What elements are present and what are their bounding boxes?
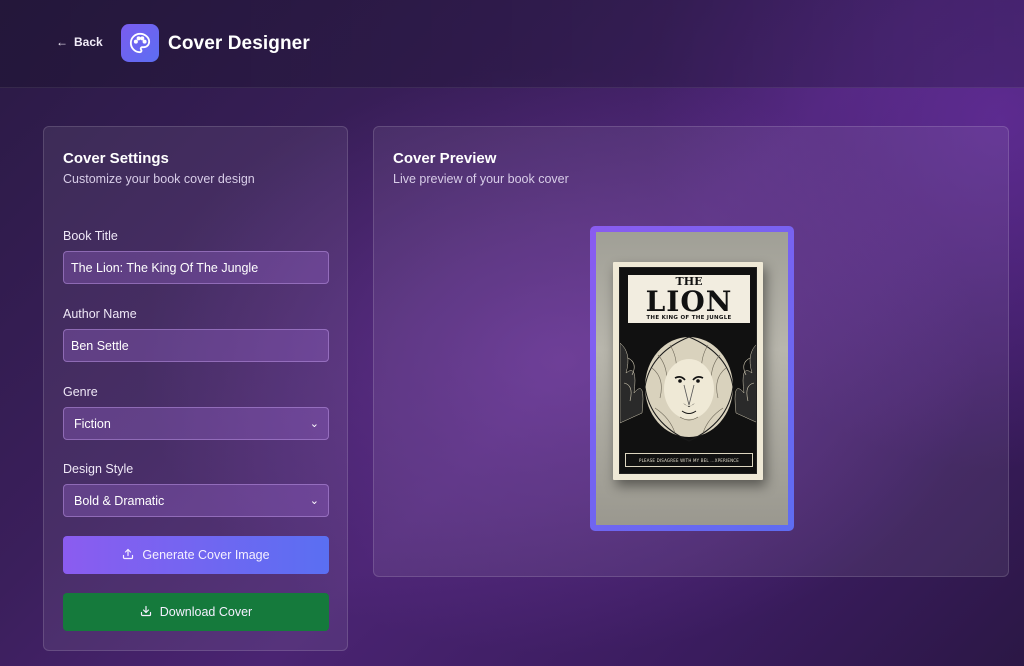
cover-settings-panel: Cover Settings Customize your book cover…	[43, 126, 348, 651]
genre-label: Genre	[63, 385, 98, 399]
back-label: Back	[74, 35, 103, 49]
genre-value: Fiction	[74, 416, 111, 431]
author-name-value: Ben Settle	[71, 338, 129, 353]
palette-icon	[121, 24, 159, 62]
genre-select[interactable]: Fiction ⌄	[63, 407, 329, 440]
settings-title: Cover Settings	[63, 150, 169, 167]
book-title-input[interactable]: The Lion: The King Of The Jungle	[63, 251, 329, 284]
author-name-input[interactable]: Ben Settle	[63, 329, 329, 362]
chevron-down-icon: ⌄	[309, 495, 319, 507]
download-cover-label: Download Cover	[159, 605, 253, 619]
lion-illustration	[620, 336, 756, 442]
book-footer: PLEASE DISAGREE WITH MY BEL ...XPERIENCE	[625, 453, 753, 467]
book-title-sub: THE KING OF THE JUNGLE	[646, 315, 732, 321]
preview-subtitle: Live preview of your book cover	[393, 172, 569, 186]
cover-image-frame: THE LION THE KING OF THE JUNGLE PLEASE D…	[590, 226, 794, 531]
arrow-left-icon: ←	[56, 35, 68, 49]
preview-title: Cover Preview	[393, 150, 497, 167]
cover-preview-panel: Cover Preview Live preview of your book …	[373, 126, 1009, 577]
book-footer-text: PLEASE DISAGREE WITH MY BEL ...XPERIENCE	[638, 457, 740, 463]
chevron-down-icon: ⌄	[309, 418, 319, 430]
book-title-value: The Lion: The King Of The Jungle	[71, 260, 259, 275]
app-title: Cover Designer	[168, 33, 310, 54]
download-icon	[140, 605, 152, 620]
book-title-label: Book Title	[63, 229, 118, 243]
generate-cover-button[interactable]: Generate Cover Image	[63, 536, 329, 574]
book-title-box: THE LION THE KING OF THE JUNGLE	[626, 273, 752, 325]
book-mockup: THE LION THE KING OF THE JUNGLE PLEASE D…	[613, 262, 763, 480]
cover-image: THE LION THE KING OF THE JUNGLE PLEASE D…	[596, 232, 788, 525]
back-button[interactable]: ← Back	[56, 35, 103, 49]
upload-icon	[122, 548, 134, 563]
design-style-select[interactable]: Bold & Dramatic ⌄	[63, 484, 329, 517]
settings-subtitle: Customize your book cover design	[63, 172, 255, 186]
book-front: THE LION THE KING OF THE JUNGLE PLEASE D…	[619, 267, 757, 474]
design-style-label: Design Style	[63, 462, 134, 476]
book-title-main: LION	[645, 285, 733, 318]
author-name-label: Author Name	[63, 307, 137, 321]
design-style-value: Bold & Dramatic	[74, 493, 165, 508]
download-cover-button[interactable]: Download Cover	[63, 593, 329, 631]
top-header: ← Back Cover Designer	[0, 0, 1024, 88]
generate-cover-label: Generate Cover Image	[142, 548, 270, 562]
